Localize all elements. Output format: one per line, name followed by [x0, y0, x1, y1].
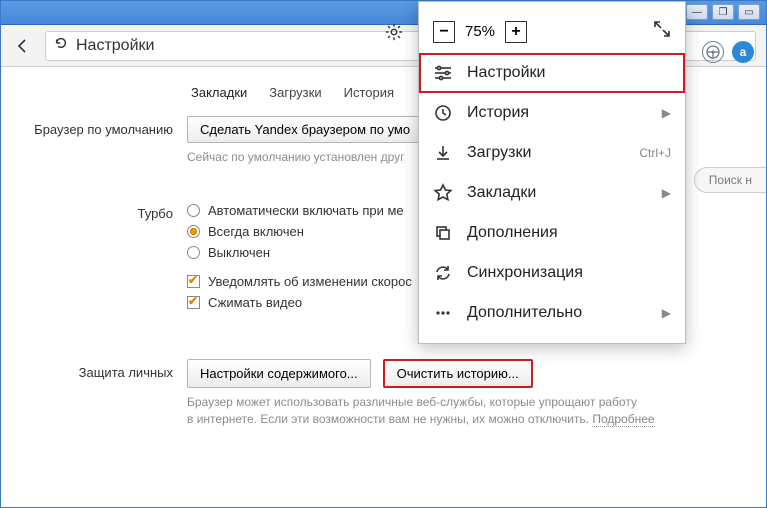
a-icon[interactable]: a: [732, 41, 754, 63]
window-controls: — ❐ ▭: [686, 4, 760, 20]
window-minimize-button[interactable]: —: [686, 4, 708, 20]
main-menu-dropdown: − 75% + Настройки История ▶ Загрузки Ctr…: [418, 1, 686, 344]
page-title: Настройки: [76, 37, 154, 55]
make-default-browser-button[interactable]: Сделать Yandex браузером по умо: [187, 116, 423, 143]
sync-icon: [433, 263, 453, 283]
sliders-icon: [433, 63, 453, 83]
tab-bookmarks[interactable]: Закладки: [191, 85, 247, 100]
zoom-out-button[interactable]: −: [433, 21, 455, 43]
menu-item-addons[interactable]: Дополнения: [419, 213, 685, 253]
reload-icon[interactable]: [54, 36, 68, 55]
section-label: Турбо: [1, 200, 187, 221]
zoom-in-button[interactable]: +: [505, 21, 527, 43]
privacy-hint: Браузер может использовать различные веб…: [187, 394, 766, 428]
chevron-right-icon: ▶: [662, 106, 671, 120]
dots-icon: [433, 303, 453, 323]
clear-history-button[interactable]: Очистить историю...: [383, 359, 533, 388]
download-icon: [433, 143, 453, 163]
tab-history[interactable]: История: [344, 85, 394, 100]
section-label: Браузер по умолчанию: [1, 116, 187, 137]
menu-item-downloads[interactable]: Загрузки Ctrl+J: [419, 133, 685, 173]
section-privacy: Защита личных Настройки содержимого... О…: [1, 357, 766, 436]
menu-item-more[interactable]: Дополнительно ▶: [419, 293, 685, 333]
zoom-value: 75%: [465, 23, 495, 40]
toolbar-right-icons: a: [702, 41, 754, 63]
learn-more-link[interactable]: Подробнее: [592, 412, 654, 427]
tab-downloads[interactable]: Загрузки: [269, 85, 321, 100]
back-button[interactable]: [11, 34, 35, 58]
steering-icon[interactable]: [702, 41, 724, 63]
chevron-right-icon: ▶: [662, 186, 671, 200]
chevron-right-icon: ▶: [662, 306, 671, 320]
content-settings-button[interactable]: Настройки содержимого...: [187, 359, 371, 388]
star-icon: [433, 183, 453, 203]
menu-item-bookmarks[interactable]: Закладки ▶: [419, 173, 685, 213]
shortcut-label: Ctrl+J: [639, 146, 671, 160]
menu-item-history[interactable]: История ▶: [419, 93, 685, 133]
menu-zoom-row: − 75% +: [419, 2, 685, 53]
clock-icon: [433, 103, 453, 123]
copy-icon: [433, 223, 453, 243]
settings-search-input[interactable]: Поиск н: [694, 167, 766, 193]
gear-icon[interactable]: [382, 20, 406, 44]
section-label: Защита личных: [1, 359, 187, 380]
menu-item-sync[interactable]: Синхронизация: [419, 253, 685, 293]
menu-item-settings[interactable]: Настройки: [419, 53, 685, 93]
window-maximize-button[interactable]: ▭: [738, 4, 760, 20]
window-restore-button[interactable]: ❐: [712, 4, 734, 20]
fullscreen-button[interactable]: [653, 20, 671, 43]
